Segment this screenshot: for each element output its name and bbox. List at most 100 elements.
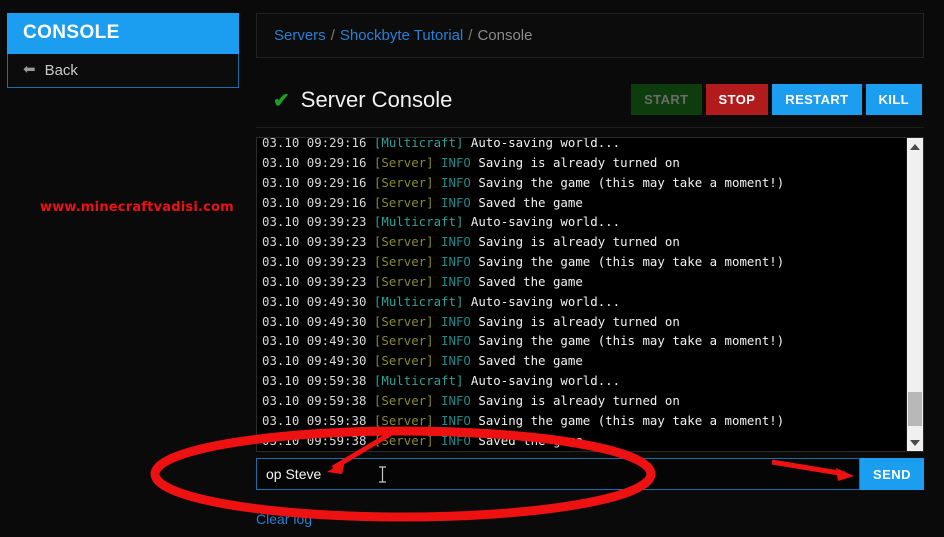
log-level: INFO	[441, 333, 479, 349]
log-message: Saving is already turned on	[478, 392, 680, 408]
log-source-tag: [Server]	[373, 273, 442, 289]
breadcrumb-separator: /	[468, 27, 473, 44]
log-source-tag: [Server]	[373, 154, 442, 170]
log-message: Saving is already turned on	[478, 313, 680, 329]
scrollbar-thumb[interactable]	[908, 392, 922, 426]
console-log-line: 03.10 09:39:23 [Multicraft] Auto-saving …	[262, 212, 901, 232]
log-message: Saving is already turned on	[478, 234, 680, 250]
log-source-tag: [Server]	[373, 194, 442, 210]
log-message: Saving the game (this may take a moment!…	[478, 174, 785, 190]
console-log-line: 03.10 09:29:16 [Multicraft] Auto-saving …	[262, 137, 901, 153]
start-button[interactable]: START	[631, 84, 702, 115]
log-timestamp: 03.10 09:49:30	[262, 333, 374, 349]
log-source-tag: [Server]	[373, 234, 442, 250]
console-log-line: 03.10 09:59:38 [Multicraft] Auto-saving …	[262, 371, 901, 391]
log-source-tag: [Server]	[373, 353, 442, 369]
console-scrollbar[interactable]	[906, 138, 923, 451]
log-source-tag: [Server]	[373, 432, 442, 448]
log-level: INFO	[441, 194, 479, 210]
breadcrumb-item-console: Console	[477, 27, 533, 44]
log-level: INFO	[441, 273, 479, 289]
console-log-line: 03.10 09:39:23 [Server] INFO Saving is a…	[262, 232, 901, 252]
log-timestamp: 03.10 09:59:38	[262, 432, 374, 448]
main-panel: Servers / Shockbyte Tutorial / Console ✔…	[256, 13, 924, 452]
log-level: INFO	[441, 313, 479, 329]
log-timestamp: 03.10 09:59:38	[262, 373, 374, 389]
console-log-line: 03.10 09:49:30 [Server] INFO Saving is a…	[262, 312, 901, 332]
log-message: Saved the game	[478, 353, 583, 369]
sidebar-item-label: Back	[44, 61, 78, 79]
command-input[interactable]	[256, 458, 860, 490]
console-log-line: 03.10 09:49:30 [Multicraft] Auto-saving …	[262, 292, 901, 312]
breadcrumb-item-servers[interactable]: Servers	[274, 27, 326, 44]
log-timestamp: 03.10 09:29:16	[262, 174, 374, 190]
log-message: Saving the game (this may take a moment!…	[478, 412, 785, 428]
log-source-tag: [Server]	[373, 412, 442, 428]
breadcrumb-separator: /	[330, 27, 335, 44]
sidebar-menu: ⬅ Back	[7, 54, 239, 88]
console-log-line: 03.10 09:59:38 [Server] INFO Saved the g…	[262, 431, 901, 451]
console-page: CONSOLE ⬅ Back www.minecraftvadisi.com S…	[0, 0, 944, 537]
console-log-line: 03.10 09:39:23 [Server] INFO Saving the …	[262, 252, 901, 272]
log-level: INFO	[441, 392, 479, 408]
console-log-line: 03.10 09:59:38 [Server] INFO Saving the …	[262, 411, 901, 431]
log-level: INFO	[441, 174, 479, 190]
log-source-tag: [Multicraft]	[373, 293, 471, 309]
scroll-up-button[interactable]	[907, 138, 923, 155]
log-source-tag: [Multicraft]	[373, 214, 471, 230]
log-message: Saving is already turned on	[478, 154, 680, 170]
console-log-line: 03.10 09:59:38 [Server] INFO Saving is a…	[262, 391, 901, 411]
log-message: Auto-saving world...	[470, 214, 621, 230]
console-log-line: 03.10 09:29:16 [Server] INFO Saving is a…	[262, 153, 901, 173]
log-timestamp: 03.10 09:29:16	[262, 154, 374, 170]
log-timestamp: 03.10 09:39:23	[262, 273, 374, 289]
kill-button[interactable]: KILL	[865, 84, 922, 115]
console-log-container[interactable]: 03.10 09:29:16 [Multicraft] Auto-saving …	[256, 137, 924, 452]
log-message: Saving the game (this may take a moment!…	[478, 254, 785, 270]
log-timestamp: 03.10 09:39:23	[262, 254, 374, 270]
log-source-tag: [Server]	[373, 333, 442, 349]
send-button[interactable]: SEND	[860, 458, 924, 490]
watermark: www.minecraftvadisi.com	[40, 200, 234, 215]
console-log-line: 03.10 09:39:23 [Server] INFO Saved the g…	[262, 272, 901, 292]
log-timestamp: 03.10 09:49:30	[262, 313, 374, 329]
sidebar: CONSOLE ⬅ Back	[7, 13, 239, 88]
arrow-left-icon: ⬅	[23, 60, 36, 78]
log-message: Saved the game	[478, 194, 583, 210]
log-timestamp: 03.10 09:29:16	[262, 194, 374, 210]
log-timestamp: 03.10 09:59:38	[262, 392, 374, 408]
log-timestamp: 03.10 09:39:23	[262, 214, 374, 230]
log-level: INFO	[441, 254, 479, 270]
server-control-buttons: START STOP RESTART KILL	[631, 84, 922, 115]
log-level: INFO	[441, 154, 479, 170]
log-level: INFO	[441, 234, 479, 250]
stop-button[interactable]: STOP	[705, 84, 769, 115]
log-message: Saving the game (this may take a moment!…	[478, 333, 785, 349]
console-log-line: 03.10 09:29:16 [Server] INFO Saved the g…	[262, 193, 901, 213]
log-timestamp: 03.10 09:59:38	[262, 412, 374, 428]
log-source-tag: [Multicraft]	[373, 373, 471, 389]
clear-log-link[interactable]: Clear log	[256, 511, 312, 527]
triangle-down-icon	[910, 439, 920, 446]
console-log-output: 03.10 09:29:16 [Multicraft] Auto-saving …	[257, 137, 901, 451]
log-source-tag: [Server]	[373, 254, 442, 270]
command-bar: SEND	[256, 458, 924, 490]
log-timestamp: 03.10 09:39:23	[262, 234, 374, 250]
log-level: INFO	[441, 432, 479, 448]
scroll-down-button[interactable]	[907, 434, 923, 451]
log-message: Saved the game	[478, 273, 583, 289]
breadcrumb-item-shockbyte-tutorial[interactable]: Shockbyte Tutorial	[340, 27, 463, 44]
log-message: Auto-saving world...	[470, 373, 621, 389]
log-timestamp: 03.10 09:29:16	[262, 137, 374, 150]
log-source-tag: [Server]	[373, 174, 442, 190]
page-title: Server Console	[300, 86, 453, 112]
sidebar-header: CONSOLE	[7, 13, 239, 54]
log-message: Auto-saving world...	[470, 137, 621, 150]
sidebar-item-back[interactable]: ⬅ Back	[8, 54, 238, 86]
console-log-line: 03.10 09:29:16 [Server] INFO Saving the …	[262, 173, 901, 193]
log-source-tag: [Multicraft]	[373, 137, 471, 150]
check-icon: ✔	[273, 89, 290, 112]
log-timestamp: 03.10 09:49:30	[262, 293, 374, 309]
breadcrumb: Servers / Shockbyte Tutorial / Console	[256, 13, 924, 58]
restart-button[interactable]: RESTART	[772, 84, 862, 115]
